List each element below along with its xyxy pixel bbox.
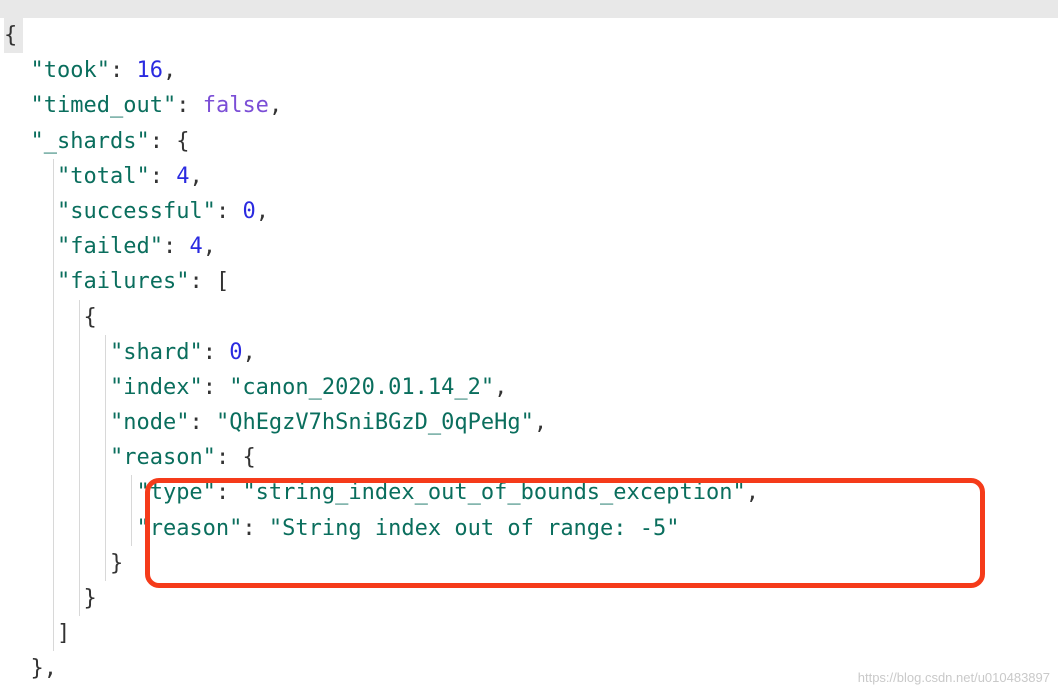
json-value: false — [203, 93, 269, 118]
json-key-failures: "failures" — [57, 269, 189, 294]
watermark-text: https://blog.csdn.net/u010483897 — [858, 668, 1050, 689]
code-line: { — [4, 300, 1054, 335]
code-line: "timed_out": false, — [4, 88, 1054, 123]
json-value: 0 — [242, 199, 255, 224]
code-line: "failed": 4, — [4, 229, 1054, 264]
code-line: "failures": [ — [4, 264, 1054, 299]
json-key-index: "index" — [110, 375, 203, 400]
json-key-took: "took" — [31, 58, 110, 83]
code-line: "node": "QhEgzV7hSniBGzD_0qPeHg", — [4, 405, 1054, 440]
json-key-timedout: "timed_out" — [31, 93, 177, 118]
json-value: "string_index_out_of_bounds_exception" — [242, 480, 745, 505]
code-line: "type": "string_index_out_of_bounds_exce… — [4, 475, 1054, 510]
code-line: "reason": "String index out of range: -5… — [4, 511, 1054, 546]
code-line: "index": "canon_2020.01.14_2", — [4, 370, 1054, 405]
code-line: "took": 16, — [4, 53, 1054, 88]
code-line: "total": 4, — [4, 159, 1054, 194]
json-key-shard: "shard" — [110, 340, 203, 365]
code-line: "shard": 0, — [4, 335, 1054, 370]
json-value: 0 — [229, 340, 242, 365]
code-line: } — [4, 581, 1054, 616]
window-top-bar — [0, 0, 1058, 18]
brace-open: { — [4, 18, 23, 53]
code-line: "reason": { — [4, 440, 1054, 475]
json-key-node: "node" — [110, 410, 189, 435]
json-value: "QhEgzV7hSniBGzD_0qPeHg" — [216, 410, 534, 435]
json-value: 16 — [136, 58, 163, 83]
code-line: "successful": 0, — [4, 194, 1054, 229]
code-line: { — [4, 18, 1054, 53]
json-key-failed: "failed" — [57, 234, 163, 259]
json-value: "String index out of range: -5" — [269, 516, 680, 541]
json-key-successful: "successful" — [57, 199, 216, 224]
json-key-type: "type" — [136, 480, 215, 505]
code-line: } — [4, 546, 1054, 581]
json-key-inner-reason: "reason" — [136, 516, 242, 541]
json-key-reason: "reason" — [110, 445, 216, 470]
code-line: ] — [4, 616, 1054, 651]
json-key-total: "total" — [57, 164, 150, 189]
code-line: "_shards": { — [4, 124, 1054, 159]
json-value: 4 — [176, 164, 189, 189]
json-key-shards: "_shards" — [31, 129, 150, 154]
json-value: "canon_2020.01.14_2" — [229, 375, 494, 400]
code-block[interactable]: { "took": 16, "timed_out": false, "_shar… — [0, 18, 1058, 695]
json-value: 4 — [189, 234, 202, 259]
